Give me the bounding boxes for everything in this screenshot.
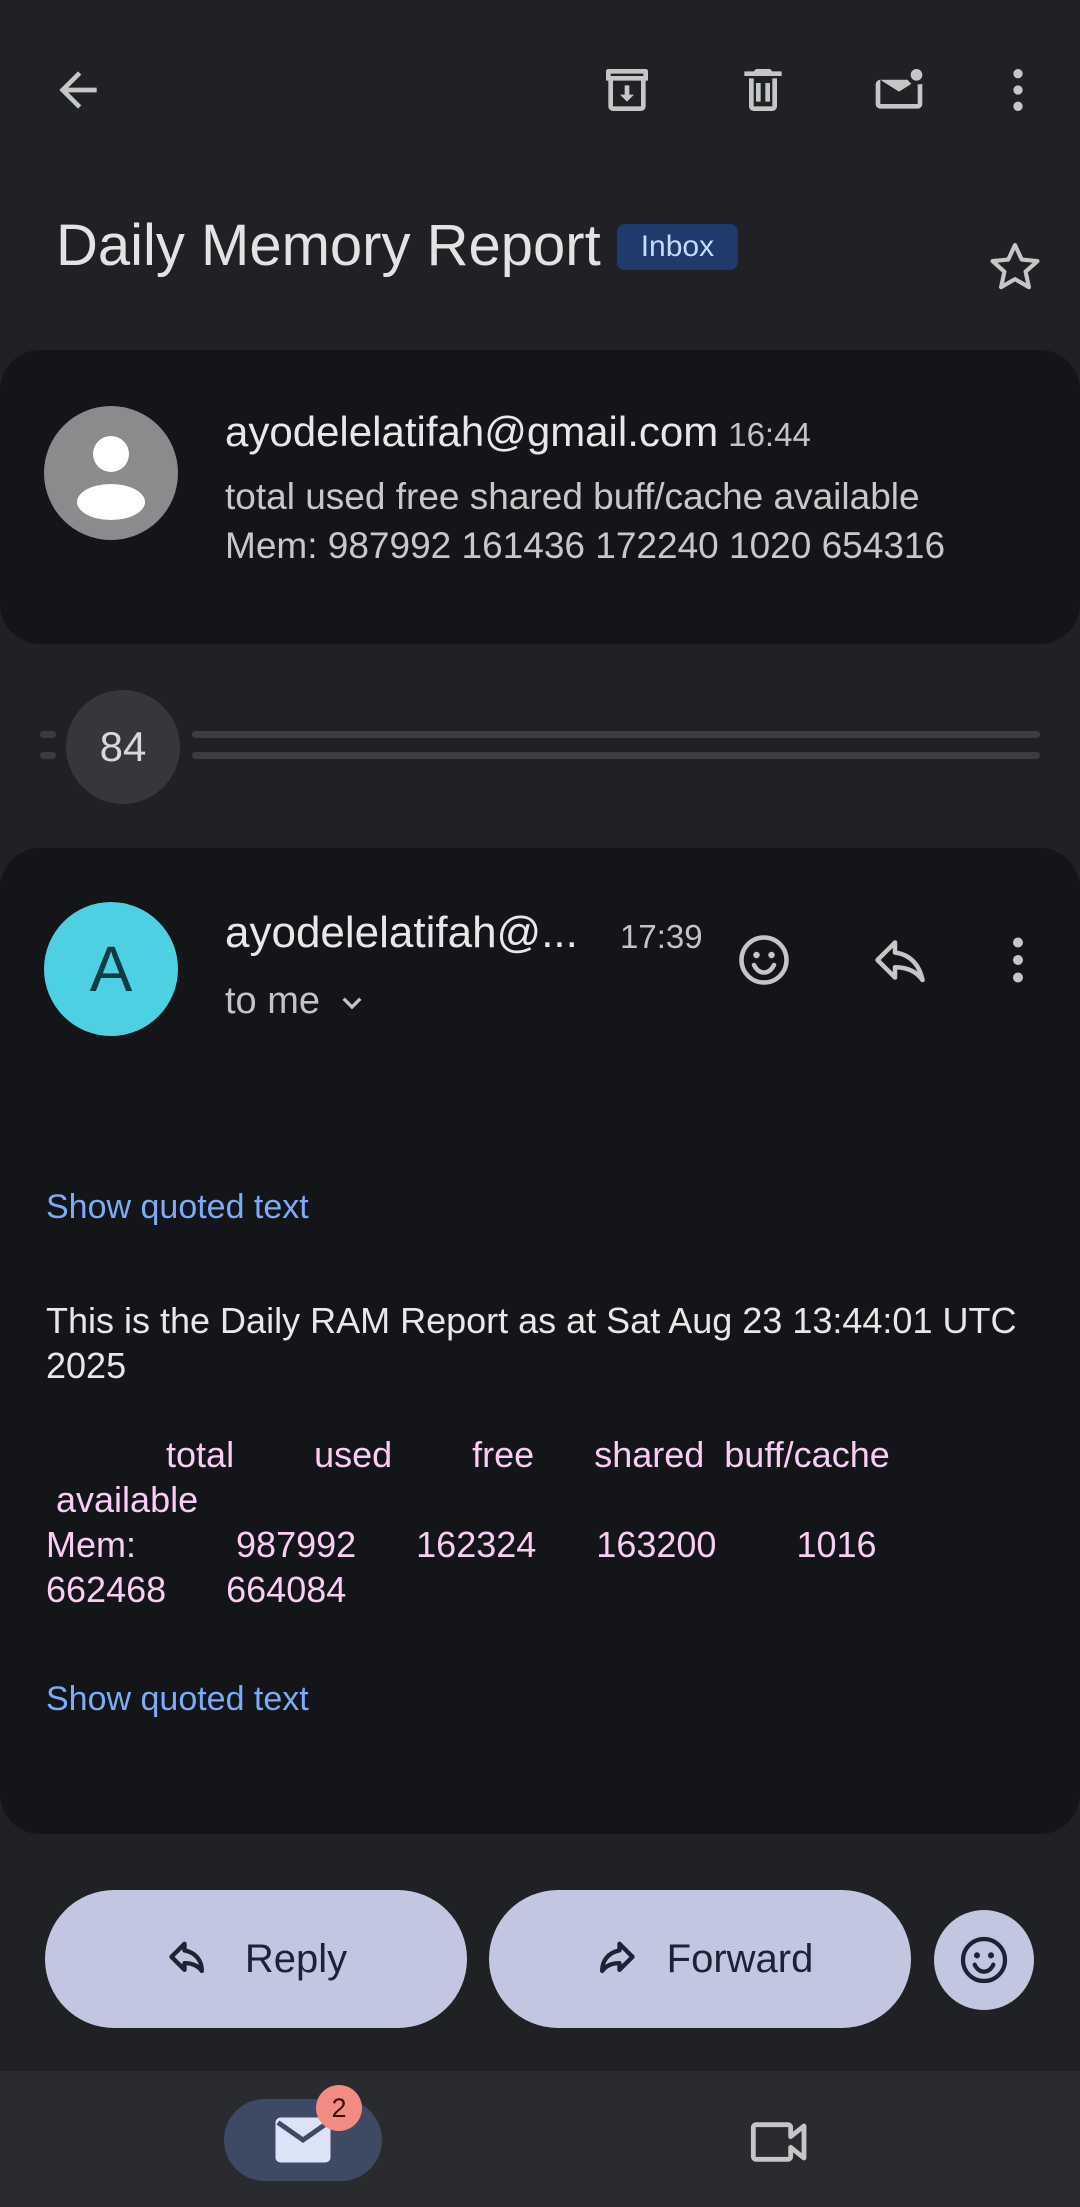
emoji-reaction-button[interactable] (934, 1910, 1034, 2010)
hidden-messages-row[interactable]: 84 (0, 688, 1080, 804)
trash-icon (744, 69, 782, 111)
hidden-messages-count[interactable]: 84 (66, 690, 180, 804)
collapsed-sender: ayodelelatifah@gmail.com (225, 408, 719, 455)
show-quoted-text-link[interactable]: Show quoted text (46, 1680, 309, 1719)
unread-badge: 2 (316, 2085, 362, 2131)
nav-mail-tab[interactable]: 2 (224, 2085, 382, 2181)
nav-meet-tab[interactable] (740, 2107, 820, 2177)
star-button[interactable] (980, 232, 1050, 302)
email-subject: Daily Memory Report (56, 212, 601, 278)
arrow-back-icon (59, 71, 97, 109)
email-thread-screen: Daily Memory Report Inbox ayodelelatifah… (0, 0, 1080, 2207)
inbox-label-chip[interactable]: Inbox (616, 224, 739, 270)
back-button[interactable] (38, 50, 118, 130)
divider (40, 731, 56, 738)
divider (40, 752, 56, 759)
mark-unread-icon (875, 69, 923, 109)
more-options-button[interactable] (978, 50, 1058, 130)
person-icon (77, 436, 145, 520)
bottom-navigation: 2 (0, 2071, 1080, 2207)
more-vert-icon (1013, 937, 1023, 983)
video-icon (750, 2122, 807, 2162)
chevron-down-icon (342, 996, 362, 1009)
reply-icon (169, 1941, 204, 1974)
message-more-button[interactable] (978, 920, 1058, 1000)
sender-avatar (44, 406, 178, 540)
top-toolbar (0, 0, 1080, 180)
emoji-icon (739, 935, 789, 985)
reply-icon-button[interactable] (860, 920, 940, 1000)
archive-icon (606, 69, 648, 111)
archive-button[interactable] (587, 50, 667, 130)
more-vert-icon (1013, 69, 1023, 111)
subject-row: Daily Memory Report Inbox (56, 200, 956, 290)
reply-button[interactable]: Reply (45, 1890, 467, 2028)
open-time: 17:39 (620, 918, 703, 955)
open-sender[interactable]: ayodelelatifah@... (225, 908, 578, 958)
reply-label: Reply (244, 1936, 348, 1981)
mark-unread-button[interactable] (859, 50, 939, 130)
divider (192, 731, 1040, 738)
collapsed-sender-line: ayodelelatifah@gmail.com 16:44 (225, 408, 811, 456)
collapsed-message-card[interactable]: ayodelelatifah@gmail.com 16:44 total used… (0, 350, 1080, 644)
emoji-icon (960, 1936, 1008, 1984)
divider (192, 752, 1040, 759)
snippet-line-2: Mem: 987992 161436 172240 1020 654316 (225, 525, 946, 566)
forward-label: Forward (666, 1936, 814, 1981)
forward-icon (599, 1941, 635, 1974)
snippet-line-1: total used free shared buff/cache availa… (225, 476, 920, 517)
delete-button[interactable] (723, 50, 803, 130)
recipient-details-toggle[interactable]: to me (225, 980, 372, 1023)
star-icon (990, 242, 1040, 290)
recipient-label: to me (225, 980, 321, 1022)
show-quoted-text-link[interactable]: Show quoted text (46, 1188, 309, 1227)
memory-table: total used free shared buff/cache availa… (46, 1434, 890, 1610)
reply-icon (875, 940, 925, 983)
add-reaction-button[interactable] (724, 920, 804, 1000)
forward-button[interactable]: Forward (489, 1890, 911, 2028)
sender-avatar: A (44, 902, 178, 1036)
collapsed-time: 16:44 (728, 416, 811, 453)
collapsed-snippet: total used free shared buff/cache availa… (225, 472, 945, 570)
message-body: This is the Daily RAM Report as at Sat A… (46, 1300, 1017, 1386)
